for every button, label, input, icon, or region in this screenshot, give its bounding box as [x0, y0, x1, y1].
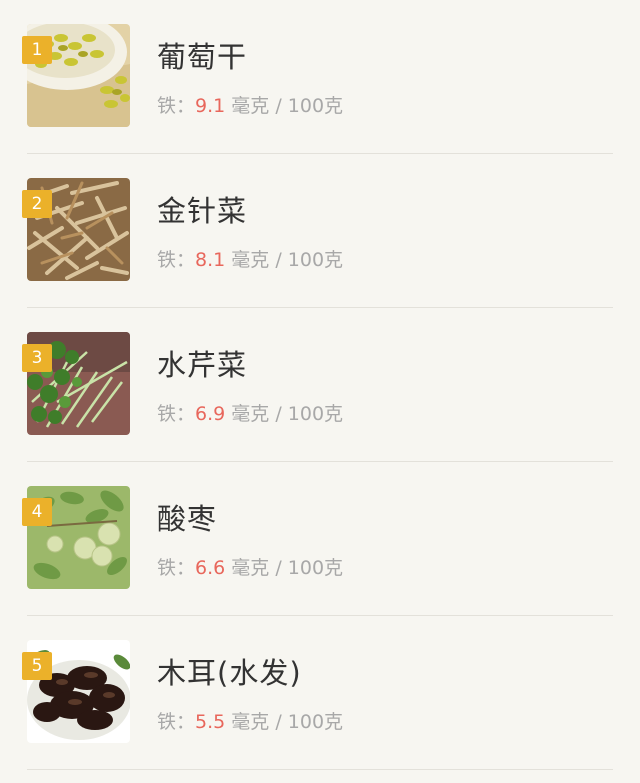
slash-separator: /	[275, 711, 282, 733]
nutrient-label: 铁：	[157, 95, 196, 117]
food-name: 葡萄干	[157, 40, 248, 74]
food-name: 木耳(水发)	[157, 656, 302, 690]
slash-separator: /	[275, 249, 282, 271]
unit-label: 毫克	[231, 711, 270, 733]
rank-badge: 4	[22, 498, 52, 526]
slash-separator: /	[275, 557, 282, 579]
list-item[interactable]: 2 金针菜 铁：8.1 毫克 / 100克	[0, 154, 640, 308]
slash-separator: /	[275, 403, 282, 425]
iron-content: 铁：8.1 毫克 / 100克	[157, 245, 343, 272]
list-item[interactable]: 4 酸枣 铁：6.6 毫克 / 100克	[0, 462, 640, 616]
iron-value: 9.1	[195, 95, 226, 117]
per-amount: 100克	[287, 249, 344, 271]
nutrient-label: 铁：	[157, 403, 196, 425]
divider	[27, 769, 613, 770]
iron-value: 8.1	[195, 249, 226, 271]
iron-value: 6.6	[195, 557, 226, 579]
per-amount: 100克	[287, 557, 344, 579]
food-name: 酸枣	[157, 502, 218, 536]
list-item[interactable]: 1 葡萄干 铁：9.1 毫克 / 100克	[0, 0, 640, 154]
per-amount: 100克	[287, 95, 344, 117]
slash-separator: /	[275, 95, 282, 117]
unit-label: 毫克	[231, 249, 270, 271]
unit-label: 毫克	[231, 95, 270, 117]
nutrient-label: 铁：	[157, 711, 196, 733]
food-name: 金针菜	[157, 194, 248, 228]
nutrient-label: 铁：	[157, 249, 196, 271]
iron-content: 铁：6.9 毫克 / 100克	[157, 399, 343, 426]
rank-badge: 3	[22, 344, 52, 372]
food-iron-list: 1 葡萄干 铁：9.1 毫克 / 100克 2 金针菜 铁：8.1 毫克 / 1…	[0, 0, 640, 783]
list-item[interactable]: 5 木耳(水发) 铁：5.5 毫克 / 100克	[0, 616, 640, 770]
iron-content: 铁：6.6 毫克 / 100克	[157, 553, 343, 580]
iron-value: 6.9	[195, 403, 226, 425]
list-item[interactable]: 3 水芹菜 铁：6.9 毫克 / 100克	[0, 308, 640, 462]
per-amount: 100克	[287, 711, 344, 733]
iron-content: 铁：9.1 毫克 / 100克	[157, 91, 343, 118]
iron-value: 5.5	[195, 711, 226, 733]
iron-content: 铁：5.5 毫克 / 100克	[157, 707, 343, 734]
per-amount: 100克	[287, 403, 344, 425]
unit-label: 毫克	[231, 403, 270, 425]
rank-badge: 1	[22, 36, 52, 64]
rank-badge: 2	[22, 190, 52, 218]
food-name: 水芹菜	[157, 348, 248, 382]
nutrient-label: 铁：	[157, 557, 196, 579]
unit-label: 毫克	[231, 557, 270, 579]
rank-badge: 5	[22, 652, 52, 680]
